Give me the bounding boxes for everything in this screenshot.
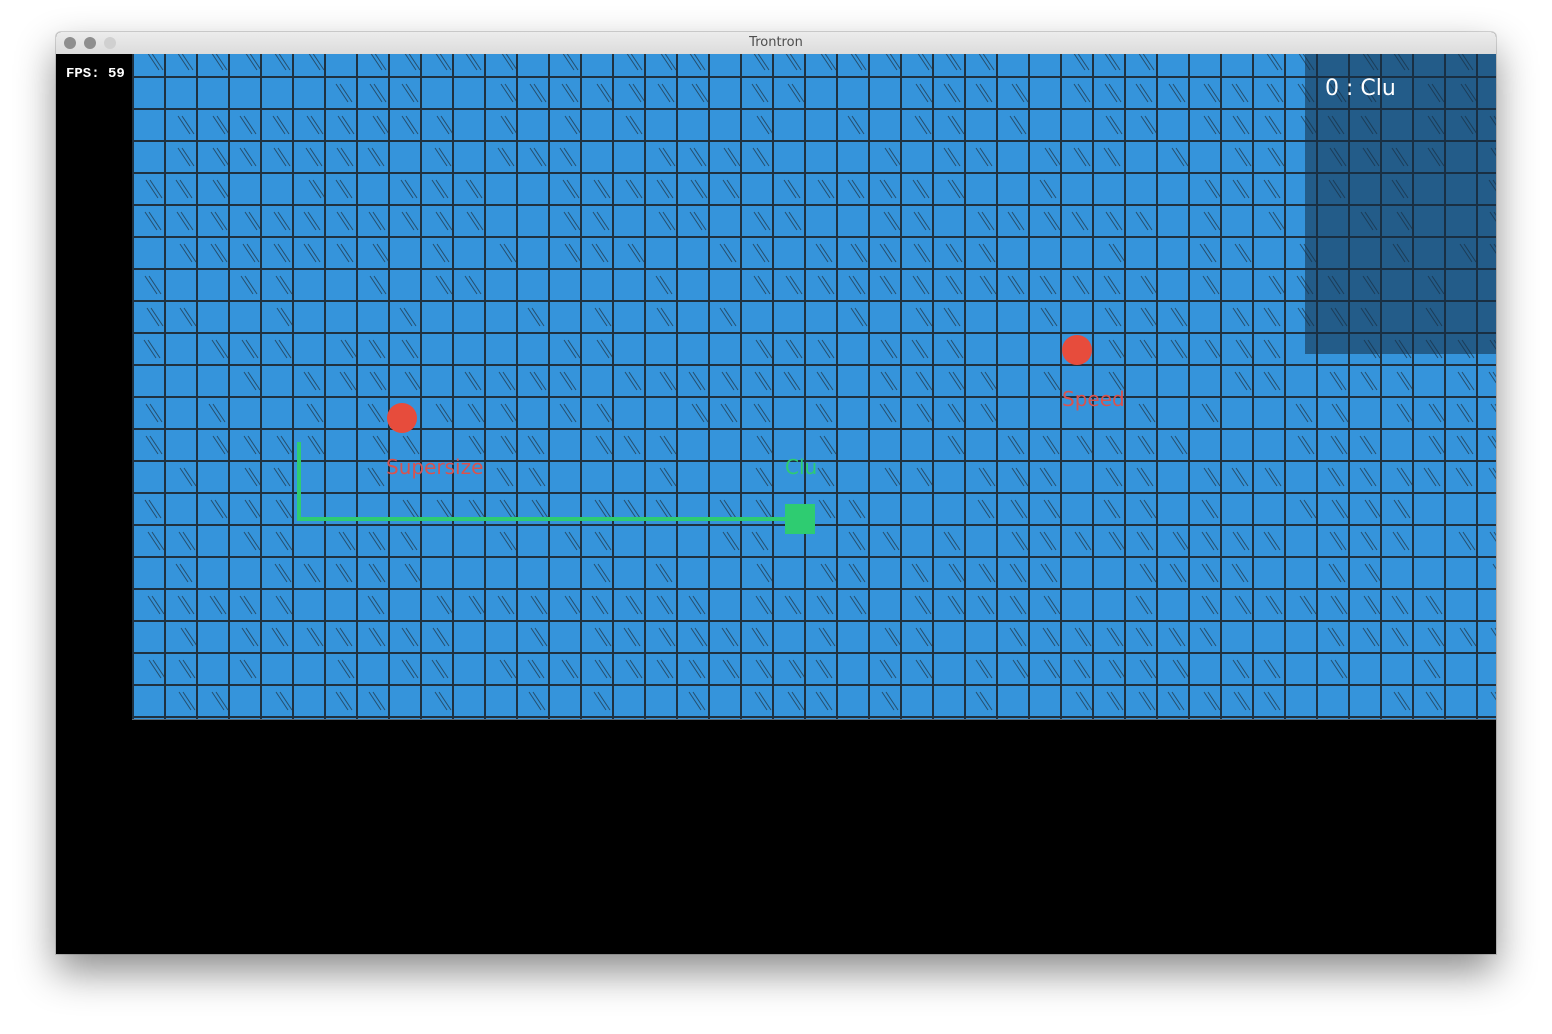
fps-counter: FPS: 59 (66, 66, 125, 82)
game-viewport[interactable]: FPS: 59 0 : Clu Supersize Speed Clu (56, 54, 1496, 954)
powerup-supersize-orb (387, 403, 417, 433)
game-board[interactable]: 0 : Clu Supersize Speed Clu (132, 54, 1496, 720)
window-title: Trontron (749, 35, 803, 50)
player-name-label: Clu (785, 455, 818, 479)
fps-value: 59 (108, 66, 125, 82)
powerup-speed-label: Speed (1062, 387, 1125, 411)
player-lightcycle (785, 504, 815, 534)
light-trail-line (297, 442, 800, 521)
powerup-supersize-label: Supersize (386, 455, 484, 479)
title-bar[interactable]: Trontron (56, 32, 1496, 55)
powerup-speed-orb (1062, 335, 1092, 365)
player-trail (297, 442, 800, 521)
game-window: Trontron FPS: 59 0 : Clu Supersize Speed… (56, 32, 1496, 954)
fps-label: FPS: (66, 66, 100, 82)
